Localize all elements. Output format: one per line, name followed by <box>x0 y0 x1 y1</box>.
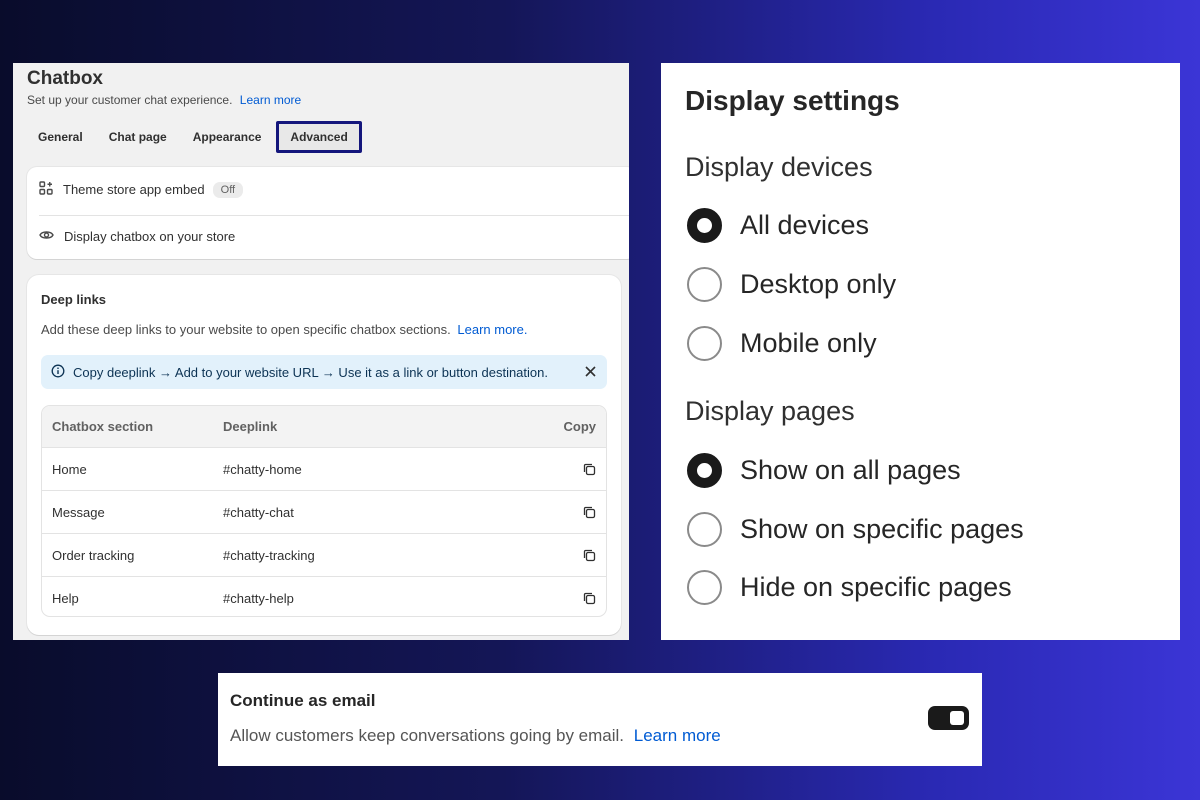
table-row: Help #chatty-help <box>42 577 606 616</box>
deep-links-card: Deep links Add these deep links to your … <box>27 275 621 635</box>
close-icon[interactable] <box>584 365 597 381</box>
display-chatbox-row[interactable]: Display chatbox on your store <box>39 229 235 244</box>
eye-icon <box>39 229 64 244</box>
radio-checked-icon <box>687 208 722 243</box>
info-banner: Copy deeplink → Add to your website URL … <box>41 355 607 389</box>
deep-links-learn-more-link[interactable]: Learn more. <box>457 322 527 337</box>
radio-label: All devices <box>740 210 870 240</box>
radio-all-devices[interactable]: All devices <box>687 208 869 243</box>
app-embed-icon <box>39 181 63 198</box>
page-title: Chatbox <box>27 68 103 89</box>
section-cell: Help <box>52 591 79 606</box>
continue-email-panel: Continue as email Allow customers keep c… <box>218 673 982 766</box>
divider <box>39 215 629 216</box>
continue-email-learn-more-link[interactable]: Learn more <box>634 726 721 745</box>
radio-label: Desktop only <box>740 269 897 299</box>
table-row: Home #chatty-home <box>42 448 606 491</box>
radio-show-all-pages[interactable]: Show on all pages <box>687 453 961 488</box>
radio-label: Show on specific pages <box>740 514 1024 544</box>
info-icon <box>51 364 65 381</box>
tab-appearance[interactable]: Appearance <box>180 121 275 153</box>
radio-label: Mobile only <box>740 328 877 358</box>
section-cell: Home <box>52 461 87 477</box>
radio-hide-specific-pages[interactable]: Hide on specific pages <box>687 570 1012 605</box>
table-row: Order tracking #chatty-tracking <box>42 534 606 577</box>
embed-card: Theme store app embed Off Display chatbo… <box>27 167 629 259</box>
deeplink-cell: #chatty-help <box>223 591 294 606</box>
section-cell: Message <box>52 504 105 520</box>
deeplink-cell: #chatty-chat <box>223 504 294 520</box>
continue-email-toggle[interactable] <box>928 706 969 730</box>
deeplink-cell: #chatty-tracking <box>223 547 315 563</box>
deep-links-description-text: Add these deep links to your website to … <box>41 322 451 337</box>
theme-embed-label: Theme store app embed <box>63 182 205 197</box>
copy-icon[interactable] <box>523 592 606 605</box>
column-header-copy: Copy <box>563 419 597 434</box>
deep-links-description: Add these deep links to your website to … <box>41 322 527 337</box>
copy-icon[interactable] <box>523 549 606 562</box>
tab-general[interactable]: General <box>25 121 96 153</box>
info-banner-text: Copy deeplink → Add to your website URL … <box>73 364 548 380</box>
page-subtitle-text: Set up your customer chat experience. <box>27 93 233 107</box>
radio-unchecked-icon <box>687 570 722 605</box>
radio-checked-icon <box>687 453 722 488</box>
continue-email-title: Continue as email <box>230 691 376 710</box>
radio-mobile-only[interactable]: Mobile only <box>687 326 877 361</box>
radio-unchecked-icon <box>687 512 722 547</box>
theme-embed-row[interactable]: Theme store app embed Off <box>39 181 244 198</box>
learn-more-link[interactable]: Learn more <box>240 93 301 107</box>
radio-unchecked-icon <box>687 326 722 361</box>
chatbox-settings-panel: Chatbox Set up your customer chat experi… <box>13 63 629 640</box>
radio-desktop-only[interactable]: Desktop only <box>687 267 896 302</box>
radio-label: Hide on specific pages <box>740 572 1012 602</box>
tab-advanced[interactable]: Advanced <box>276 121 362 153</box>
column-header-deeplink: Deeplink <box>223 419 278 434</box>
table-header: Chatbox section Deeplink Copy <box>42 406 606 448</box>
toggle-knob <box>950 711 964 725</box>
copy-icon[interactable] <box>523 463 606 476</box>
section-cell: Order tracking <box>52 547 135 563</box>
display-chatbox-label: Display chatbox on your store <box>64 229 236 244</box>
continue-email-description: Allow customers keep conversations going… <box>230 726 721 746</box>
page-subtitle: Set up your customer chat experience. Le… <box>27 93 301 107</box>
column-header-section: Chatbox section <box>52 419 154 434</box>
radio-label: Show on all pages <box>740 455 961 485</box>
display-settings-panel: Display settings Display devices All dev… <box>661 63 1180 640</box>
settings-tabs: General Chat page Appearance Advanced <box>25 121 362 153</box>
display-pages-title: Display pages <box>685 396 855 426</box>
continue-email-description-text: Allow customers keep conversations going… <box>230 726 625 745</box>
radio-show-specific-pages[interactable]: Show on specific pages <box>687 512 1024 547</box>
deeplink-cell: #chatty-home <box>223 461 302 477</box>
deep-links-table: Chatbox section Deeplink Copy Home #chat… <box>41 405 607 617</box>
table-row: Message #chatty-chat <box>42 491 606 534</box>
display-settings-title: Display settings <box>685 85 900 116</box>
display-devices-title: Display devices <box>685 152 873 182</box>
deep-links-title: Deep links <box>41 292 107 307</box>
tab-chat-page[interactable]: Chat page <box>96 121 180 153</box>
status-badge: Off <box>212 181 244 198</box>
copy-icon[interactable] <box>523 506 606 519</box>
radio-unchecked-icon <box>687 267 722 302</box>
